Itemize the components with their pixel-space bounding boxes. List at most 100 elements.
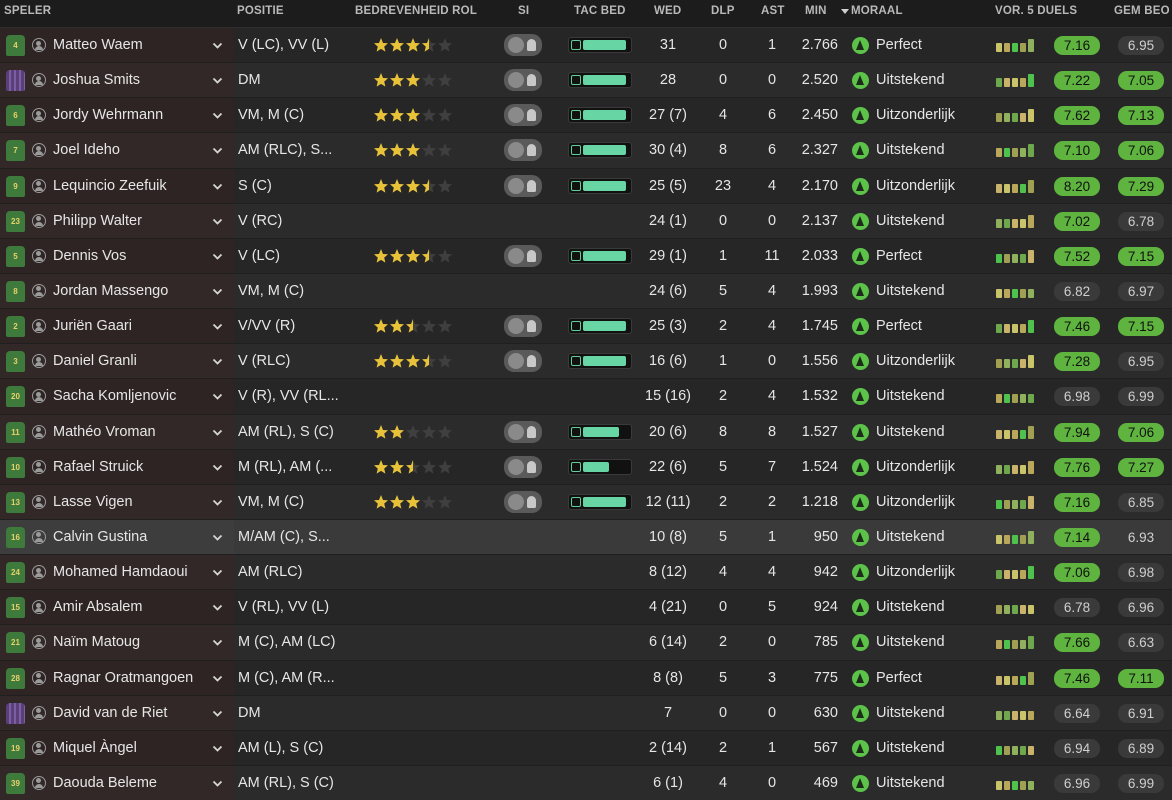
player-profile-icon[interactable]: [32, 529, 46, 544]
si-toggle[interactable]: [504, 315, 542, 338]
si-toggle[interactable]: [504, 490, 542, 513]
si-toggle[interactable]: [504, 139, 542, 162]
table-row[interactable]: 8 Jordan Massengo VM, M (C) 24 (6) 5 4 1.993 Ui…: [0, 273, 1172, 310]
player-name[interactable]: Amir Absalem: [53, 590, 142, 624]
chevron-down-icon[interactable]: [212, 462, 223, 473]
chevron-down-icon[interactable]: [212, 427, 223, 438]
chevron-down-icon[interactable]: [212, 181, 223, 192]
si-toggle[interactable]: [504, 244, 542, 267]
chevron-down-icon[interactable]: [212, 145, 223, 156]
chevron-down-icon[interactable]: [212, 637, 223, 648]
player-profile-icon[interactable]: [32, 565, 46, 580]
player-name[interactable]: Lequincio Zeefuik: [53, 169, 167, 203]
player-name[interactable]: Matteo Waem: [53, 28, 143, 62]
chevron-down-icon[interactable]: [212, 532, 223, 543]
player-profile-icon[interactable]: [32, 38, 46, 52]
player-name[interactable]: Sacha Komljenovic: [53, 379, 176, 413]
col-dlp[interactable]: DLP: [711, 5, 735, 17]
player-profile-icon[interactable]: [32, 248, 46, 263]
si-toggle[interactable]: [504, 104, 542, 127]
player-name[interactable]: Joshua Smits: [53, 63, 140, 97]
player-profile-icon[interactable]: [32, 494, 46, 509]
si-toggle[interactable]: [504, 350, 542, 373]
col-moraal[interactable]: MORAAL: [851, 5, 903, 17]
table-row[interactable]: 16 Calvin Gustina M/AM (C), S... 10 (8) 5 1 95…: [0, 519, 1172, 556]
chevron-down-icon[interactable]: [212, 75, 223, 86]
chevron-down-icon[interactable]: [212, 708, 223, 719]
chevron-down-icon[interactable]: [212, 110, 223, 121]
table-row[interactable]: 20 Sacha Komljenovic V (R), VV (RL... 15 (1…: [0, 379, 1172, 415]
player-profile-icon[interactable]: [32, 424, 46, 439]
table-row[interactable]: 10 Rafael Struick M (RL), AM (... 22 (6) 5 7 1…: [0, 449, 1172, 485]
player-name[interactable]: Philipp Walter: [53, 204, 142, 238]
table-row[interactable]: 5 Dennis Vos V (LC) 29 (1) 1 11 2.033 Perfect 7.…: [0, 238, 1172, 274]
sort-desc-icon[interactable]: [841, 9, 849, 14]
col-gem[interactable]: GEM BEO: [1114, 5, 1170, 17]
table-row[interactable]: 13 Lasse Vigen VM, M (C) 12 (11) 2 2 1.218 Uitz…: [0, 484, 1172, 520]
player-profile-icon[interactable]: [32, 459, 46, 474]
table-row[interactable]: 19 Miquel Àngel AM (L), S (C) 2 (14) 2 1 567 Ui…: [0, 730, 1172, 766]
player-name[interactable]: Lasse Vigen: [53, 485, 133, 519]
player-name[interactable]: Naïm Matoug: [53, 625, 140, 659]
table-row[interactable]: 23 Philipp Walter V (RC) 24 (1) 0 0 2.137 Uitst…: [0, 203, 1172, 239]
table-row[interactable]: David van de Riet DM 7 0 0 630 Uitstekend 6.64 6…: [0, 695, 1172, 731]
col-tac[interactable]: TAC BED: [574, 5, 626, 17]
col-ast[interactable]: AST: [761, 5, 785, 17]
table-row[interactable]: 6 Jordy Wehrmann VM, M (C) 27 (7) 4 6 2.450 Uit…: [0, 98, 1172, 134]
table-row[interactable]: 3 Daniel Granli V (RLC) 16 (6) 1 0 1.556 Uitzon…: [0, 344, 1172, 380]
player-name[interactable]: Mathéo Vroman: [53, 415, 156, 449]
table-row[interactable]: 7 Joel Ideho AM (RLC), S... 30 (4) 8 6 2.327 Ui…: [0, 133, 1172, 169]
chevron-down-icon[interactable]: [212, 778, 223, 789]
player-name[interactable]: Joel Ideho: [53, 133, 120, 167]
player-profile-icon[interactable]: [32, 670, 46, 685]
si-toggle[interactable]: [504, 455, 542, 478]
player-name[interactable]: David van de Riet: [53, 696, 167, 730]
col-speler[interactable]: SPELER: [4, 5, 51, 17]
player-profile-icon[interactable]: [32, 178, 46, 193]
chevron-down-icon[interactable]: [212, 391, 223, 402]
chevron-down-icon[interactable]: [212, 497, 223, 508]
player-name[interactable]: Ragnar Oratmangoen: [53, 661, 193, 695]
player-name[interactable]: Miquel Àngel: [53, 731, 137, 765]
player-name[interactable]: Rafael Struick: [53, 450, 143, 484]
player-name[interactable]: Dennis Vos: [53, 239, 126, 273]
col-form[interactable]: VOR. 5 DUELS: [995, 5, 1077, 17]
col-positie[interactable]: POSITIE: [237, 5, 284, 17]
chevron-down-icon[interactable]: [212, 673, 223, 684]
table-row[interactable]: 15 Amir Absalem V (RL), VV (L) 4 (21) 0 5 924 U…: [0, 590, 1172, 626]
player-profile-icon[interactable]: [32, 283, 46, 298]
player-name[interactable]: Jordy Wehrmann: [53, 98, 163, 132]
col-min[interactable]: MIN: [805, 5, 827, 17]
table-row[interactable]: Joshua Smits DM 28 0 0 2.520 Uitstekend 7.22 7.0…: [0, 63, 1172, 99]
table-row[interactable]: 28 Ragnar Oratmangoen M (C), AM (R... 8 (8)…: [0, 660, 1172, 696]
table-row[interactable]: 39 Daouda Beleme AM (RL), S (C) 6 (1) 4 0 469 U…: [0, 765, 1172, 800]
si-toggle[interactable]: [504, 34, 542, 56]
chevron-down-icon[interactable]: [212, 216, 223, 227]
chevron-down-icon[interactable]: [212, 321, 223, 332]
player-name[interactable]: Daouda Beleme: [53, 766, 157, 800]
chevron-down-icon[interactable]: [212, 251, 223, 262]
chevron-down-icon[interactable]: [212, 356, 223, 367]
player-name[interactable]: Daniel Granli: [53, 344, 137, 378]
table-row[interactable]: 11 Mathéo Vroman AM (RL), S (C) 20 (6) 8 8 1.5…: [0, 414, 1172, 450]
player-name[interactable]: Jordan Massengo: [53, 274, 168, 308]
chevron-down-icon[interactable]: [212, 602, 223, 613]
col-rol[interactable]: BEDREVENHEID ROL: [355, 5, 477, 17]
player-name[interactable]: Calvin Gustina: [53, 520, 147, 554]
chevron-down-icon[interactable]: [212, 743, 223, 754]
chevron-down-icon[interactable]: [212, 40, 223, 51]
si-toggle[interactable]: [504, 174, 542, 197]
player-name[interactable]: Juriën Gaari: [53, 309, 132, 343]
col-si[interactable]: SI: [518, 5, 529, 17]
table-row[interactable]: 24 Mohamed Hamdaoui AM (RLC) 8 (12) 4 4 942 Uit…: [0, 555, 1172, 591]
player-profile-icon[interactable]: [32, 213, 46, 228]
player-profile-icon[interactable]: [32, 775, 46, 790]
si-toggle[interactable]: [504, 69, 542, 92]
si-toggle[interactable]: [504, 420, 542, 443]
table-row[interactable]: 2 Juriën Gaari V/VV (R) 25 (3) 2 4 1.745 Perfec…: [0, 309, 1172, 345]
table-row[interactable]: 9 Lequincio Zeefuik S (C) 25 (5) 23 4 2.170 Uit…: [0, 168, 1172, 204]
col-wed[interactable]: WED: [654, 5, 681, 17]
chevron-down-icon[interactable]: [212, 286, 223, 297]
table-row[interactable]: 21 Naïm Matoug M (C), AM (LC) 6 (14) 2 0 785 Ui…: [0, 625, 1172, 661]
table-row[interactable]: 4 Matteo Waem V (LC), VV (L) 31 0 1 2.766 Perfe…: [0, 28, 1172, 64]
